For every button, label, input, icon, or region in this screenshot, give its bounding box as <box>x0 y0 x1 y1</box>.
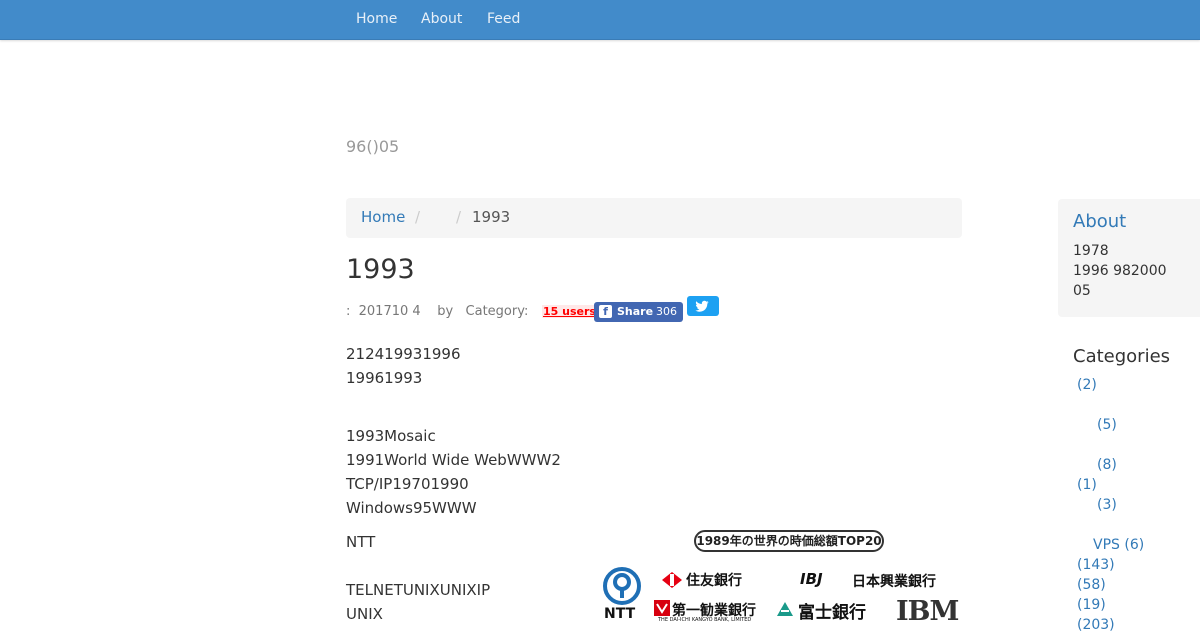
sidebar-category-link[interactable]: (203) <box>1077 617 1115 633</box>
post-paragraph: 19961993 <box>346 369 423 387</box>
sidebar-category-link[interactable]: (1) <box>1077 477 1097 493</box>
site-description: 96()05 <box>346 137 400 156</box>
dkb-logo-subtext: THE DAI-ICHI KANGYO BANK, LIMITED <box>658 617 752 623</box>
sidebar-category-link[interactable]: (8) <box>1097 457 1117 473</box>
post-paragraph: 212419931996 <box>346 345 461 363</box>
nav-feed-link[interactable]: Feed <box>487 11 520 27</box>
ranking-image-title: 1989年の世界の時価総額TOP20 <box>694 530 884 552</box>
breadcrumb: Home / / 1993 <box>346 198 962 238</box>
sidebar-about-text: 05 <box>1073 283 1091 299</box>
sidebar-category-link[interactable]: (19) <box>1077 597 1106 613</box>
market-cap-ranking-image: 1989年の世界の時価総額TOP20 NTT 住友銀行 IBJ 日本興業銀行 第… <box>598 528 962 630</box>
breadcrumb-separator: / <box>415 208 421 226</box>
sidebar-category-link[interactable]: (143) <box>1077 557 1115 573</box>
breadcrumb-separator: / <box>456 208 462 226</box>
sidebar-category-link[interactable]: (3) <box>1097 497 1117 513</box>
hatena-bookmark-count[interactable]: 15 users <box>542 305 597 318</box>
breadcrumb-home-link[interactable]: Home <box>361 208 405 226</box>
sidebar-category-link[interactable]: (58) <box>1077 577 1106 593</box>
sumitomo-bank-logo-text: 住友銀行 <box>686 573 742 589</box>
ibj-logo-text: 日本興業銀行 <box>852 574 936 590</box>
post-paragraph: TELNETUNIXUNIXIP <box>346 581 491 599</box>
post-paragraph: NTT <box>346 533 376 551</box>
sidebar-category-link[interactable]: (5) <box>1097 417 1117 433</box>
ntt-logo-text: NTT <box>604 606 636 622</box>
ibm-logo-text: IBM <box>896 596 959 627</box>
post-paragraph: TCP/IP19701990 <box>346 475 469 493</box>
facebook-share-label: Share <box>617 305 654 318</box>
sidebar-category-link[interactable]: VPS (6) <box>1093 537 1144 553</box>
sidebar-about-text: 1978 <box>1073 243 1109 259</box>
twitter-icon <box>695 300 709 312</box>
sidebar-about-title: About <box>1073 211 1127 232</box>
post-meta: : 201710 4 by Category: <box>346 304 529 319</box>
sumitomo-logo-icon <box>662 572 682 588</box>
dkb-logo-icon <box>654 600 670 616</box>
nav-about-link[interactable]: About <box>421 11 462 27</box>
fuji-bank-logo-text: 富士銀行 <box>798 603 866 623</box>
breadcrumb-current: 1993 <box>472 208 511 226</box>
post-paragraph: 1993Mosaic <box>346 427 436 445</box>
post-paragraph: Windows95WWW <box>346 499 477 517</box>
ntt-logo-icon <box>603 567 641 605</box>
post-title: 1993 <box>346 254 415 285</box>
post-paragraph: 1991World Wide WebWWW2 <box>346 451 561 469</box>
sidebar-categories-title: Categories <box>1073 346 1171 367</box>
twitter-share-button[interactable] <box>687 296 719 316</box>
facebook-share-button[interactable]: f Share 306 <box>594 302 683 322</box>
sidebar-category-link[interactable]: (2) <box>1077 377 1097 393</box>
facebook-icon: f <box>599 305 612 318</box>
nav-home-link[interactable]: Home <box>356 11 397 27</box>
sidebar-about-box: About 1978 1996 982000 05 <box>1058 199 1200 317</box>
fuji-bank-logo-icon <box>777 602 793 616</box>
ibj-logo-mark: IBJ <box>800 570 823 588</box>
top-navbar: Home About Feed <box>0 0 1200 40</box>
facebook-share-count: 306 <box>656 305 677 318</box>
post-paragraph: UNIX <box>346 605 383 623</box>
sidebar-about-text: 1996 982000 <box>1073 263 1167 279</box>
